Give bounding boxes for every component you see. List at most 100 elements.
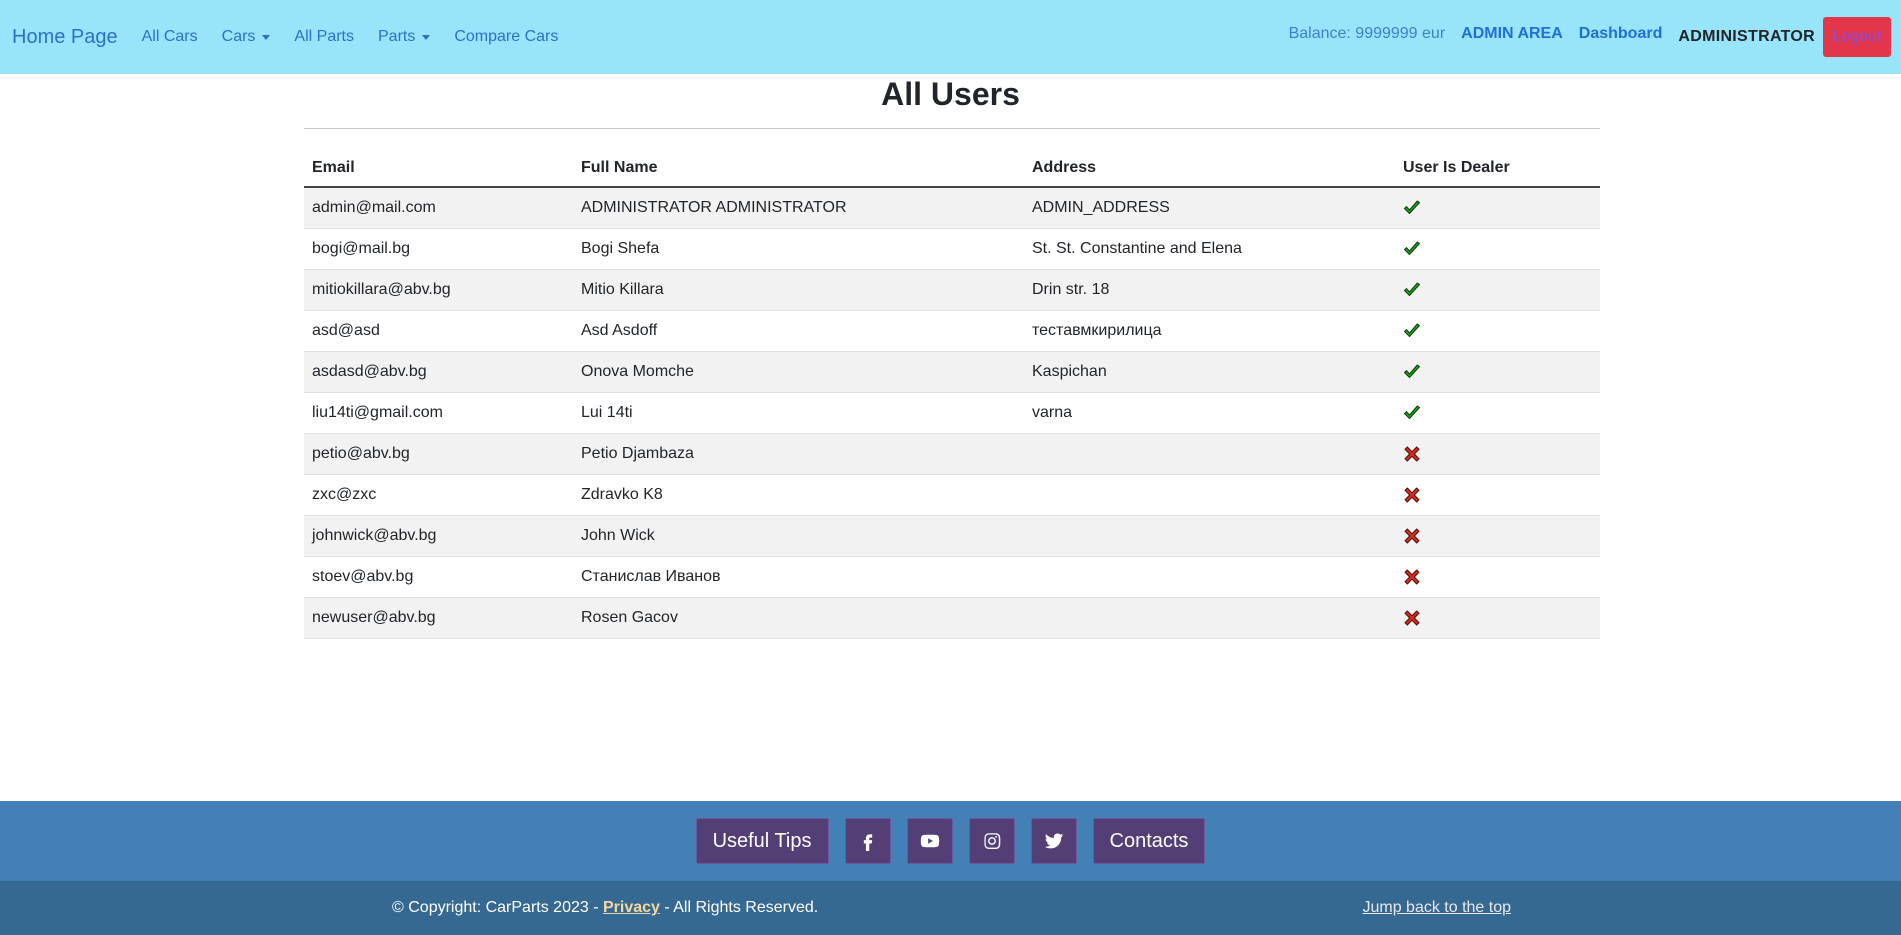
nav-link-all-cars[interactable]: All Cars — [142, 28, 198, 46]
home-page-link[interactable]: Home Page — [12, 26, 118, 49]
check-icon — [1404, 323, 1420, 337]
cell-user-is-dealer — [1395, 351, 1600, 393]
cell-address — [1024, 433, 1395, 475]
cell-address — [1024, 515, 1395, 557]
cell-full-name: ADMINISTRATOR ADMINISTRATOR — [573, 187, 1024, 229]
twitter-button[interactable] — [1030, 818, 1077, 864]
check-icon — [1404, 364, 1420, 378]
cross-icon — [1404, 528, 1420, 544]
nav-link-all-parts[interactable]: All Parts — [294, 28, 354, 46]
caret-down-icon — [422, 34, 431, 40]
check-icon — [1404, 200, 1420, 214]
cross-icon — [1404, 610, 1420, 626]
copyright-suffix: - All Rights Reserved. — [659, 899, 819, 916]
cell-user-is-dealer — [1395, 392, 1600, 434]
facebook-button[interactable] — [844, 818, 891, 864]
table-row: admin@mail.com ADMINISTRATOR ADMINISTRATO… — [304, 187, 1600, 229]
top-navbar: Home Page All Cars Cars All Parts Parts … — [0, 0, 1901, 74]
useful-tips-button[interactable]: Useful Tips — [695, 818, 829, 864]
cell-address: Kaspichan — [1024, 351, 1395, 393]
cell-email: liu14ti@gmail.com — [304, 392, 573, 434]
youtube-button[interactable] — [906, 818, 953, 864]
cell-user-is-dealer — [1395, 515, 1600, 557]
table-row: asdasd@abv.bg Onova Momche Kaspichan — [304, 351, 1600, 393]
page-title: All Users — [881, 76, 1020, 112]
copyright-text: © Copyright: CarParts 2023 - Privacy - A… — [392, 881, 818, 935]
cell-full-name: John Wick — [573, 515, 1024, 557]
cell-address — [1024, 474, 1395, 516]
cell-full-name: Mitio Killara — [573, 269, 1024, 311]
dashboard-link[interactable]: Dashboard — [1579, 25, 1663, 43]
nav-link-label: Compare Cars — [454, 28, 559, 45]
logout-button[interactable]: Logout — [1823, 17, 1891, 57]
cell-user-is-dealer — [1395, 269, 1600, 311]
nav-link-label: Parts — [378, 28, 416, 45]
cross-icon — [1404, 487, 1420, 503]
column-header-email: Email — [304, 150, 573, 188]
column-header-address: Address — [1024, 150, 1395, 188]
cell-address: varna — [1024, 392, 1395, 434]
username-label: ADMINISTRATOR — [1678, 28, 1815, 45]
cell-full-name: Asd Asdoff — [573, 310, 1024, 352]
twitter-icon — [1044, 833, 1063, 849]
admin-area-link[interactable]: ADMIN AREA — [1461, 25, 1563, 43]
table-row: petio@abv.bg Petio Djambaza — [304, 433, 1600, 475]
cell-user-is-dealer — [1395, 556, 1600, 598]
table-row: zxc@zxc Zdravko K8 — [304, 474, 1600, 516]
cell-address: Drin str. 18 — [1024, 269, 1395, 311]
caret-down-icon — [262, 34, 271, 40]
cell-email: newuser@abv.bg — [304, 597, 573, 639]
table-row: mitiokillara@abv.bg Mitio Killara Drin str… — [304, 269, 1600, 311]
check-icon — [1404, 282, 1420, 296]
nav-right: Balance: 9999999 eur ADMIN AREA Dashboar… — [1289, 0, 1891, 74]
cell-user-is-dealer — [1395, 433, 1600, 475]
table-row: stoev@abv.bg Станислав Иванов — [304, 556, 1600, 598]
cell-email: petio@abv.bg — [304, 433, 573, 475]
cell-full-name: Petio Djambaza — [573, 433, 1024, 475]
cell-full-name: Bogi Shefa — [573, 228, 1024, 270]
table-header: Email Full Name Address User Is Dealer — [304, 150, 1600, 188]
cell-email: mitiokillara@abv.bg — [304, 269, 573, 311]
cell-full-name: Lui 14ti — [573, 392, 1024, 434]
cell-email: bogi@mail.bg — [304, 228, 573, 270]
cross-icon — [1404, 569, 1420, 585]
cell-full-name: Станислав Иванов — [573, 556, 1024, 598]
cell-email: admin@mail.com — [304, 187, 573, 229]
table-row: newuser@abv.bg Rosen Gacov — [304, 597, 1600, 639]
column-header-full-name: Full Name — [573, 150, 1024, 188]
nav-dropdown-cars[interactable]: Cars — [222, 28, 271, 46]
cell-full-name: Rosen Gacov — [573, 597, 1024, 639]
cell-user-is-dealer — [1395, 474, 1600, 516]
cell-full-name: Onova Momche — [573, 351, 1024, 393]
cell-user-is-dealer — [1395, 228, 1600, 270]
jump-to-top-link[interactable]: Jump back to the top — [1362, 881, 1511, 935]
nav-dropdown-parts[interactable]: Parts — [378, 28, 431, 46]
cell-user-is-dealer — [1395, 310, 1600, 352]
copyright-prefix: © Copyright: CarParts 2023 - — [392, 899, 603, 916]
table-header-row: Email Full Name Address User Is Dealer — [304, 150, 1600, 188]
cell-user-is-dealer — [1395, 187, 1600, 229]
contacts-button[interactable]: Contacts — [1092, 818, 1206, 864]
column-header-user-is-dealer: User Is Dealer — [1395, 150, 1600, 188]
privacy-link[interactable]: Privacy — [603, 899, 660, 917]
cell-email: asdasd@abv.bg — [304, 351, 573, 393]
table-body: admin@mail.com ADMINISTRATOR ADMINISTRATO… — [304, 187, 1600, 639]
cell-address — [1024, 597, 1395, 639]
table-row: johnwick@abv.bg John Wick — [304, 515, 1600, 557]
instagram-button[interactable] — [968, 818, 1015, 864]
instagram-icon — [983, 833, 1000, 850]
footer-links-bar: Useful Tips Contacts — [0, 801, 1901, 881]
cell-email: asd@asd — [304, 310, 573, 352]
facebook-icon — [863, 834, 872, 851]
nav-link-compare-cars[interactable]: Compare Cars — [454, 28, 558, 46]
cell-address: ADMIN_ADDRESS — [1024, 187, 1395, 229]
cell-user-is-dealer — [1395, 597, 1600, 639]
footer-bottom-bar: © Copyright: CarParts 2023 - Privacy - A… — [0, 881, 1901, 935]
cell-full-name: Zdravko K8 — [573, 474, 1024, 516]
cell-address: St. St. Constantine and Elena — [1024, 228, 1395, 270]
youtube-icon — [920, 834, 939, 848]
nav-link-label: All Parts — [294, 28, 354, 45]
title-divider — [304, 128, 1600, 129]
cell-email: stoev@abv.bg — [304, 556, 573, 598]
check-icon — [1404, 405, 1420, 419]
